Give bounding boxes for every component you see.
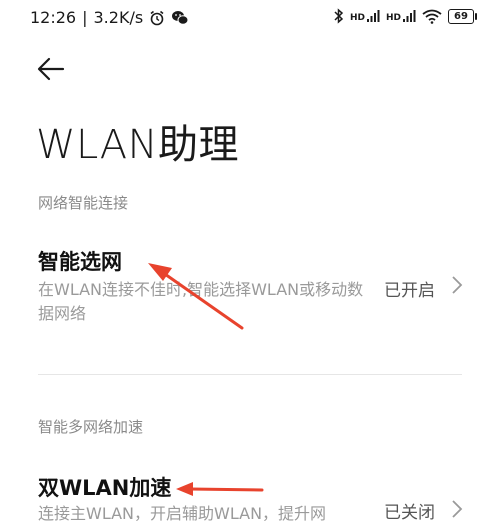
bluetooth-icon	[334, 8, 344, 24]
alarm-icon	[150, 10, 164, 25]
signal-hd-label-1: HD	[349, 13, 365, 23]
back-button[interactable]	[36, 54, 70, 84]
status-left: 12:26 | 3.2K/s	[30, 8, 189, 27]
back-arrow-icon	[37, 57, 65, 81]
setting-item-smart-network[interactable]: 智能选网 在WLAN连接不佳时,智能选择WLAN或移动数据网络 已开启	[0, 240, 500, 340]
chevron-right-icon	[452, 276, 463, 294]
status-time: 12:26	[30, 8, 77, 27]
signal-icon-2: HD	[386, 9, 416, 23]
item-title: 智能选网	[38, 250, 122, 274]
section-header-acceleration: 智能多网络加速	[38, 418, 144, 436]
status-separator: |	[82, 8, 88, 27]
setting-item-dual-wlan[interactable]: 双WLAN加速 连接主WLAN，开启辅助WLAN，提升网 已关闭	[0, 464, 500, 523]
signal-icon: HD	[350, 9, 380, 23]
wechat-icon	[172, 10, 189, 25]
battery-icon: 69	[448, 8, 477, 24]
item-description: 在WLAN连接不佳时,智能选择WLAN或移动数据网络	[38, 280, 364, 323]
item-description: 连接主WLAN，开启辅助WLAN，提升网	[38, 504, 327, 523]
section-header-network: 网络智能连接	[38, 194, 129, 212]
status-speed: 3.2K/s	[93, 8, 144, 27]
item-value: 已关闭	[384, 503, 435, 523]
page-title: WLAN助理	[36, 122, 240, 168]
divider	[38, 374, 462, 375]
wifi-icon	[422, 9, 442, 24]
item-title: 双WLAN加速	[38, 476, 172, 500]
item-value: 已开启	[384, 281, 435, 301]
signal-hd-label-2: HD	[385, 13, 401, 23]
status-bar: 12:26 | 3.2K/s HD HD 69	[0, 0, 500, 36]
chevron-right-icon	[452, 500, 463, 518]
status-right: HD HD 69	[334, 8, 477, 24]
